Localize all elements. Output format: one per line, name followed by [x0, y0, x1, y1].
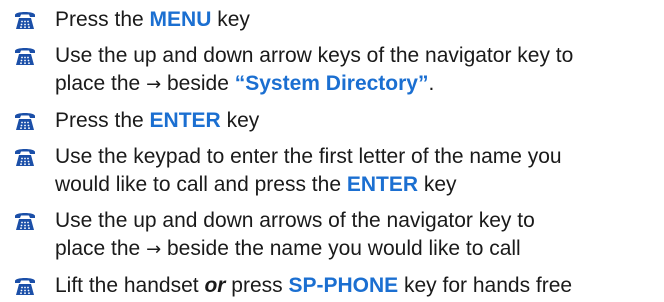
enter-key-label: ENTER	[149, 109, 221, 132]
step-text: Use the keypad to enter the first letter…	[55, 145, 562, 168]
step-text: Use the up and down arrow keys of the na…	[55, 44, 574, 67]
step-2: Use the up and down arrow keys of the na…	[0, 42, 664, 99]
step-text: press	[225, 274, 289, 297]
telephone-icon	[15, 113, 35, 130]
step-1: Press the MENU key	[0, 6, 664, 34]
right-arrow-icon: →	[146, 74, 162, 95]
step-text: place the	[55, 72, 147, 95]
telephone-icon	[15, 213, 35, 230]
instruction-list: Press the MENU key Use the up and down a…	[0, 0, 664, 300]
or-emphasis: or	[204, 274, 226, 297]
telephone-icon	[15, 149, 35, 166]
step-6: Lift the handset or press SP-PHONE key f…	[0, 272, 664, 300]
step-text: .	[428, 72, 435, 95]
system-directory-label: “System Directory”	[234, 72, 429, 95]
step-text: would like to call and press the	[55, 173, 347, 196]
enter-key-label: ENTER	[346, 173, 419, 196]
telephone-icon	[15, 12, 35, 29]
step-5: Use the up and down arrows of the naviga…	[0, 207, 664, 264]
step-text: Press the	[55, 109, 150, 132]
step-text: beside the name you would like to call	[161, 237, 521, 260]
step-text: place the	[55, 237, 147, 260]
step-text: Use the up and down arrows of the naviga…	[55, 209, 535, 232]
menu-key-label: MENU	[149, 8, 212, 31]
step-3: Press the ENTER key	[0, 107, 664, 135]
step-text: Press the	[55, 8, 150, 31]
telephone-icon	[15, 48, 35, 65]
sp-phone-key-label: SP-PHONE	[288, 274, 399, 297]
step-text: key	[211, 8, 250, 31]
right-arrow-icon: →	[146, 239, 162, 260]
step-text: key	[220, 109, 260, 132]
step-text: Lift the handset	[55, 274, 205, 297]
step-text: beside	[161, 72, 235, 95]
telephone-icon	[15, 278, 35, 295]
step-4: Use the keypad to enter the first letter…	[0, 143, 664, 199]
step-text: key	[418, 173, 457, 196]
step-text: key for hands free	[398, 274, 573, 297]
